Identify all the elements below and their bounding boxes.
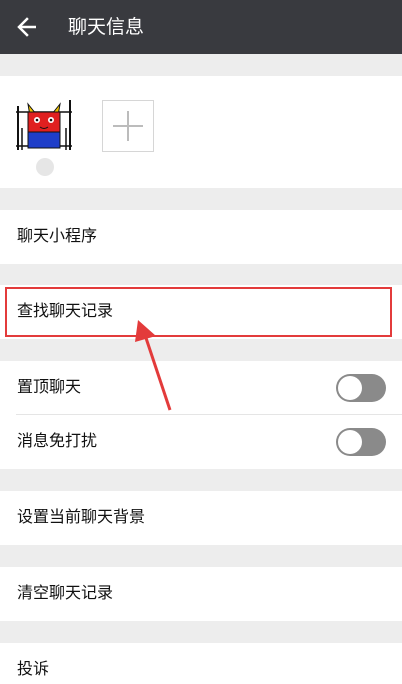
row-clear-history[interactable]: 清空聊天记录: [0, 567, 402, 621]
toggle-knob: [338, 430, 362, 454]
row-label: 清空聊天记录: [17, 583, 114, 602]
page-title: 聊天信息: [68, 16, 145, 38]
title-bar: 聊天信息: [0, 0, 402, 54]
toggle-knob: [338, 376, 362, 400]
row-label: 投诉: [17, 659, 50, 678]
members-section: [0, 76, 402, 188]
member-name-placeholder: [36, 158, 54, 176]
row-label: 置顶聊天: [17, 377, 82, 396]
row-pin-chat[interactable]: 置顶聊天: [0, 361, 402, 415]
mute-toggle[interactable]: [336, 428, 386, 456]
pin-chat-toggle[interactable]: [336, 374, 386, 402]
row-mini-program[interactable]: 聊天小程序: [0, 210, 402, 264]
row-set-background[interactable]: 设置当前聊天背景: [0, 491, 402, 545]
member-avatar[interactable]: [16, 98, 72, 154]
back-arrow-icon[interactable]: [14, 13, 42, 41]
row-label: 聊天小程序: [17, 226, 98, 245]
row-mute[interactable]: 消息免打扰: [0, 415, 402, 469]
row-label: 设置当前聊天背景: [17, 507, 146, 526]
row-report[interactable]: 投诉: [0, 643, 402, 684]
highlight-box: [5, 287, 392, 337]
row-label: 消息免打扰: [17, 431, 98, 450]
plus-icon: [113, 111, 143, 141]
annotation-arrow-icon: [135, 320, 172, 411]
add-member-button[interactable]: [102, 100, 154, 152]
